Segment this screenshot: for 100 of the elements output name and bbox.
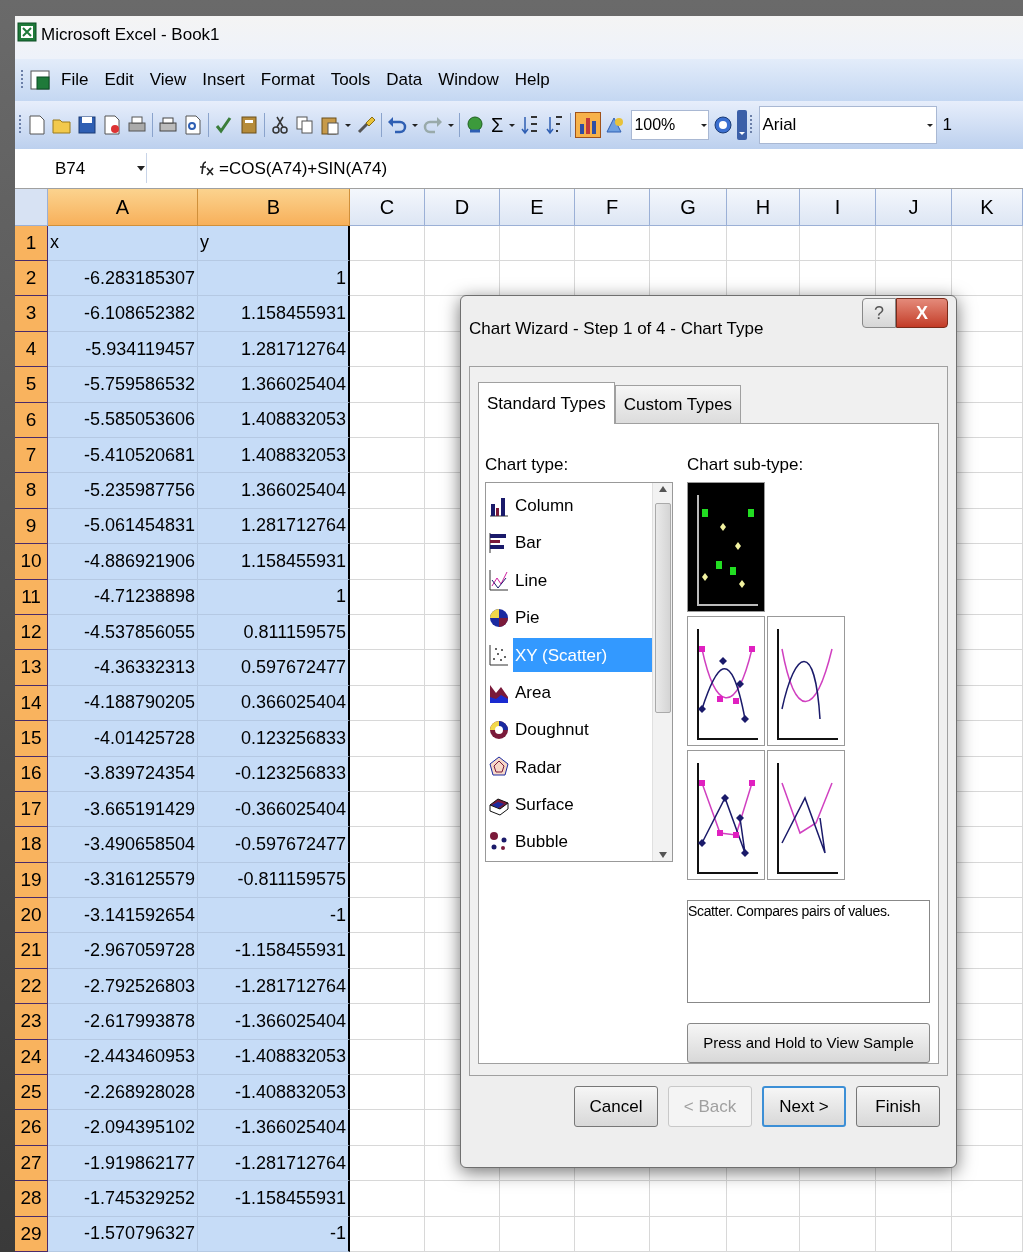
column-header[interactable]: D (425, 188, 500, 226)
description-text: Scatter. Compares pairs of values. (687, 900, 930, 1003)
view-sample-button[interactable]: Press and Hold to View Sample (687, 1023, 930, 1063)
row-header[interactable]: 26 (15, 1110, 48, 1146)
scrollbar[interactable] (652, 483, 672, 861)
row-header[interactable]: 29 (15, 1216, 48, 1252)
table-cell: -4.71238898 (48, 579, 198, 615)
row-header[interactable]: 21 (15, 933, 48, 969)
scrollbar-thumb[interactable] (654, 503, 671, 713)
row-header[interactable]: 5 (15, 367, 48, 403)
tab[interactable]: Standard Types (478, 382, 615, 424)
menu-item[interactable]: Data (380, 67, 429, 93)
row-header[interactable]: 17 (15, 791, 48, 828)
column-header[interactable]: K (952, 188, 1023, 226)
row-header[interactable]: 15 (15, 721, 48, 757)
list-item[interactable]: Pie (513, 600, 652, 635)
row-header[interactable]: 9 (15, 508, 48, 545)
row-header[interactable]: 13 (15, 650, 48, 686)
table-cell: -5.235987756 (48, 473, 198, 509)
dialog-button[interactable]: Finish (856, 1086, 940, 1127)
book-icon[interactable] (238, 113, 260, 136)
autosum-button[interactable]: Σ (489, 109, 506, 140)
row-header[interactable]: 20 (15, 898, 48, 934)
column-header[interactable]: A (48, 188, 198, 226)
table-cell: -1.158455931 (198, 933, 350, 969)
print-preview-icon[interactable] (182, 113, 204, 136)
list-item[interactable]: Bubble (513, 825, 652, 860)
menu-item[interactable]: Format (254, 67, 321, 93)
row-header[interactable]: 2 (15, 261, 48, 297)
save-icon[interactable] (76, 113, 98, 136)
menu-item[interactable]: Help (508, 67, 556, 93)
list-item[interactable]: Surface (513, 787, 652, 822)
table-cell: 1.158455931 (198, 544, 350, 580)
table-cell: -3.665191429 (48, 791, 198, 828)
row-header[interactable]: 18 (15, 827, 48, 863)
column-header[interactable]: F (575, 188, 650, 226)
list-item[interactable]: Doughnut (513, 713, 652, 748)
column-header[interactable]: E (500, 188, 575, 226)
row-header[interactable]: 27 (15, 1145, 48, 1182)
row-header[interactable]: 3 (15, 296, 48, 332)
menu-item[interactable]: Window (432, 67, 505, 93)
row-header[interactable]: 8 (15, 473, 48, 509)
row-header[interactable]: 11 (15, 579, 48, 615)
menu-item[interactable]: Edit (98, 67, 140, 93)
zoom-dropdown[interactable]: 100% (631, 109, 710, 140)
list-item[interactable]: Area (513, 675, 652, 710)
row-header[interactable]: 12 (15, 614, 48, 651)
chart-wizard-icon[interactable] (575, 111, 602, 138)
close-button[interactable]: X (896, 298, 948, 328)
column-header[interactable]: C (350, 188, 425, 226)
row-header[interactable]: 6 (15, 402, 48, 438)
row-header[interactable]: 7 (15, 438, 48, 474)
function-icon[interactable] (197, 159, 215, 178)
menu-item[interactable]: Tools (324, 67, 377, 93)
document-lock-icon[interactable] (101, 113, 123, 136)
table-cell: -4.36332313 (48, 650, 198, 686)
column-header[interactable]: G (650, 188, 727, 226)
dialog-button[interactable]: Cancel (574, 1086, 658, 1127)
row-header[interactable]: 1 (15, 225, 48, 262)
font-dropdown[interactable]: Arial (759, 105, 938, 144)
menu-item[interactable]: View (143, 67, 193, 93)
list-item[interactable]: Column (513, 488, 652, 523)
tab[interactable]: Custom Types (614, 385, 742, 423)
workbook-icon[interactable] (29, 69, 51, 92)
globe-link-icon[interactable] (464, 113, 486, 136)
column-header[interactable]: I (800, 188, 876, 226)
list-item[interactable]: Line (513, 563, 652, 598)
toolbar-options-icon[interactable] (737, 109, 748, 140)
help-button[interactable]: ? (862, 298, 896, 328)
help-icon[interactable] (712, 113, 735, 136)
column-header[interactable]: B (198, 188, 350, 226)
chart-type-list[interactable]: Column Bar Line Pie XY (Scatter) Area Doughnut Radar Surface Bubble (485, 482, 673, 862)
table-cell: -0.811159575 (198, 862, 350, 899)
row-header[interactable]: 23 (15, 1004, 48, 1040)
menu-item[interactable]: Insert (196, 67, 251, 93)
table-cell: -4.188790205 (48, 685, 198, 722)
list-item[interactable]: Bar (513, 526, 652, 561)
font-size-field[interactable]: 1 (940, 112, 952, 138)
row-header[interactable]: 22 (15, 968, 48, 1005)
dialog-button[interactable]: Next > (762, 1086, 846, 1127)
table-cell: -2.967059728 (48, 933, 198, 969)
copy-icon[interactable] (294, 113, 316, 136)
table-cell: -1.158455931 (198, 1181, 350, 1217)
row-header[interactable]: 4 (15, 331, 48, 368)
row-header[interactable]: 19 (15, 862, 48, 899)
table-cell: -5.759586532 (48, 367, 198, 403)
row-header[interactable]: 10 (15, 544, 48, 580)
new-document-icon[interactable] (26, 113, 48, 136)
menu-item[interactable]: File (55, 67, 95, 93)
table-cell: -1.408832053 (198, 1075, 350, 1111)
formula-field[interactable]: =COS(A74)+SIN(A74) (215, 155, 388, 182)
row-header[interactable]: 14 (15, 685, 48, 722)
row-header[interactable]: 28 (15, 1181, 48, 1217)
row-header[interactable]: 25 (15, 1075, 48, 1111)
row-header[interactable]: 24 (15, 1039, 48, 1076)
table-cell: -3.490658504 (48, 827, 198, 863)
list-item[interactable]: Radar (513, 750, 652, 785)
column-header[interactable]: J (876, 188, 952, 226)
row-header[interactable]: 16 (15, 756, 48, 792)
column-header[interactable]: H (727, 188, 800, 226)
